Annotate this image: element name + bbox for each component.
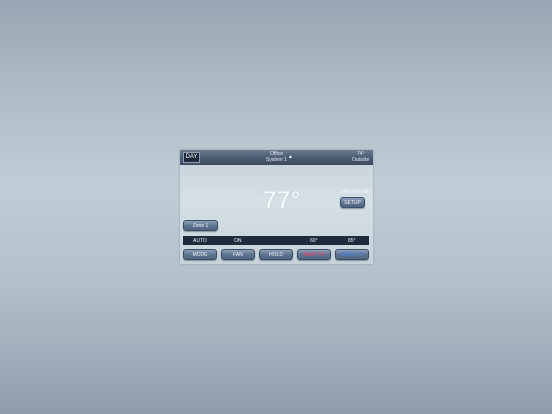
status-bar: AUTO ON 60° 85° (183, 236, 369, 245)
mode-button[interactable]: MODE (183, 249, 217, 260)
heat-to-button[interactable]: HEAT TO (297, 249, 331, 260)
thermostat-panel: DAY Office System 1 ▲ 74° Outside 77° 34… (180, 150, 373, 264)
status-cool-setpoint: 85° (348, 238, 356, 244)
setup-button[interactable]: SETUP (340, 197, 365, 208)
current-temperature: 77° (263, 187, 301, 214)
outside-label: Outside (352, 157, 370, 163)
zone-button[interactable]: Zone 1 (183, 220, 218, 231)
status-fan: ON (234, 238, 242, 244)
header-bar: DAY Office System 1 ▲ 74° Outside (180, 150, 373, 165)
fan-button[interactable]: FAN (221, 249, 255, 260)
day-badge[interactable]: DAY (183, 152, 200, 163)
cool-to-button[interactable]: COOL TO (335, 249, 369, 260)
humidity-label: 34% Humidity (340, 189, 371, 195)
status-mode: AUTO (193, 238, 207, 244)
hold-button[interactable]: HOLD (259, 249, 293, 260)
status-heat-setpoint: 60° (310, 238, 318, 244)
caret-up-icon[interactable]: ▲ (288, 154, 293, 160)
system-label: System 1 (266, 157, 287, 163)
